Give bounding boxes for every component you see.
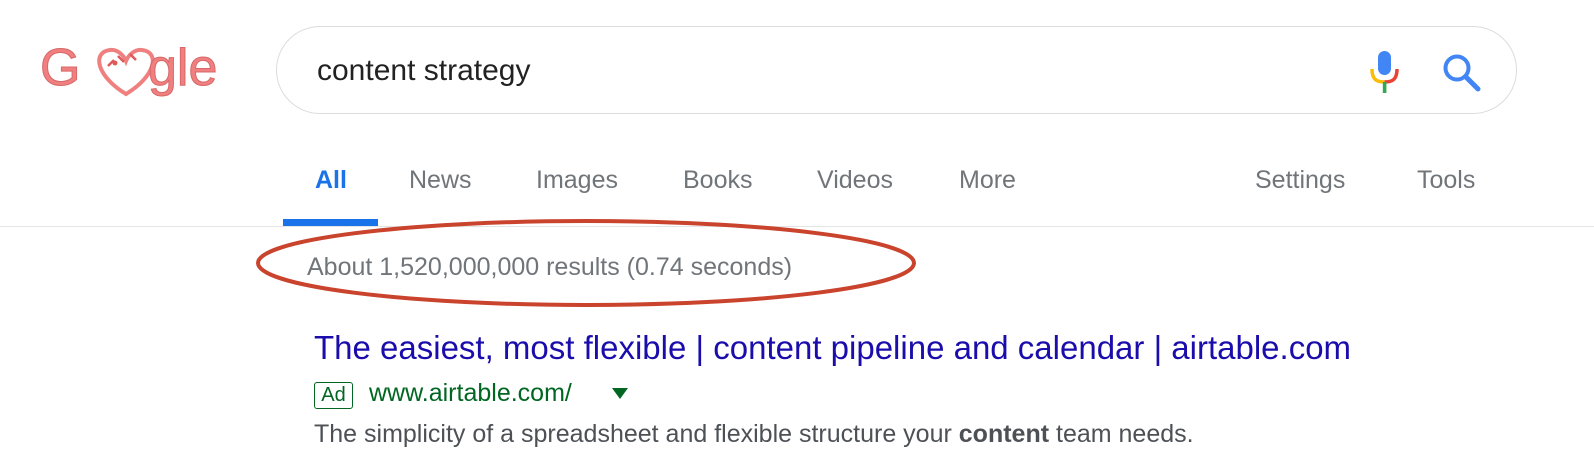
voice-search-button[interactable] — [1363, 49, 1407, 95]
tab-books[interactable]: Books — [683, 166, 752, 195]
search-box[interactable] — [276, 26, 1517, 114]
search-button[interactable] — [1440, 51, 1484, 95]
tab-videos[interactable]: Videos — [817, 166, 893, 195]
ad-description-post: team needs. — [1049, 420, 1194, 448]
search-input[interactable] — [317, 49, 1317, 93]
result-stats: About 1,520,000,000 results (0.74 second… — [307, 253, 793, 281]
search-icon — [1443, 54, 1481, 92]
svg-text:G: G — [40, 39, 80, 97]
tab-news[interactable]: News — [409, 166, 472, 195]
tab-images[interactable]: Images — [536, 166, 618, 195]
microphone-icon — [1370, 51, 1399, 93]
ad-badge: Ad — [314, 382, 353, 409]
doodle-logo-image: G gle — [40, 39, 218, 98]
tab-all[interactable]: All — [315, 166, 347, 195]
ad-title-link[interactable]: The easiest, most flexible | content pip… — [314, 329, 1351, 367]
tabs-divider — [0, 226, 1594, 227]
tab-more[interactable]: More — [959, 166, 1016, 195]
google-doodle-logo[interactable]: G gle — [40, 30, 225, 110]
tab-settings[interactable]: Settings — [1255, 166, 1345, 195]
ad-description: The simplicity of a spreadsheet and flex… — [314, 420, 1194, 449]
active-tab-indicator — [283, 219, 378, 226]
dropdown-caret-icon[interactable] — [612, 388, 628, 400]
svg-text:gle: gle — [148, 39, 217, 97]
ad-url[interactable]: www.airtable.com/ — [369, 379, 572, 408]
search-tabs: All News Images Books Videos More Settin… — [0, 160, 1594, 226]
ad-description-pre: The simplicity of a spreadsheet and flex… — [314, 420, 959, 448]
ad-description-keyword: content — [958, 420, 1050, 448]
tab-tools[interactable]: Tools — [1417, 166, 1475, 195]
